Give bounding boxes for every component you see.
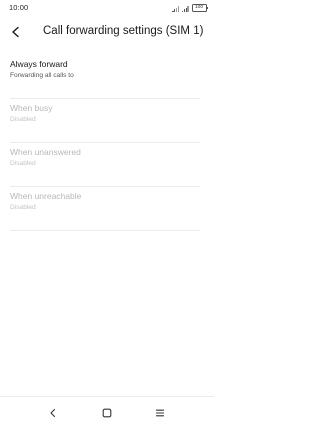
nav-back-icon[interactable] xyxy=(45,405,61,421)
navigation-bar xyxy=(0,396,214,428)
page-title: Call forwarding settings (SIM 1) xyxy=(43,25,204,37)
status-icons: 100 xyxy=(172,4,208,12)
settings-item-subtitle: Disabled xyxy=(10,116,36,123)
header: Call forwarding settings (SIM 1) xyxy=(0,18,214,46)
signal-icon xyxy=(172,6,179,12)
settings-item-title: When busy xyxy=(10,103,53,113)
settings-item-title: Always forward xyxy=(10,59,68,69)
battery-icon: 100 xyxy=(191,4,208,12)
settings-item-subtitle: Forwarding all calls to xyxy=(10,72,74,79)
nav-home-icon[interactable] xyxy=(99,405,115,421)
battery-level: 100 xyxy=(191,4,207,12)
settings-item-when-busy[interactable]: When busy Disabled xyxy=(10,99,200,143)
settings-item-subtitle: Disabled xyxy=(10,204,36,211)
settings-item-title: When unanswered xyxy=(10,147,81,157)
signal-icon xyxy=(181,6,189,12)
status-bar: 10:00 100 xyxy=(0,0,214,16)
settings-item-title: When unreachable xyxy=(10,191,82,201)
settings-list: Always forward Forwarding all calls to W… xyxy=(0,55,214,231)
status-time: 10:00 xyxy=(9,3,29,12)
nav-menu-icon[interactable] xyxy=(152,405,168,421)
back-arrow-icon[interactable] xyxy=(6,22,26,42)
settings-item-when-unreachable[interactable]: When unreachable Disabled xyxy=(10,187,200,231)
settings-item-always-forward[interactable]: Always forward Forwarding all calls to xyxy=(10,55,200,99)
settings-item-subtitle: Disabled xyxy=(10,160,36,167)
settings-item-when-unanswered[interactable]: When unanswered Disabled xyxy=(10,143,200,187)
